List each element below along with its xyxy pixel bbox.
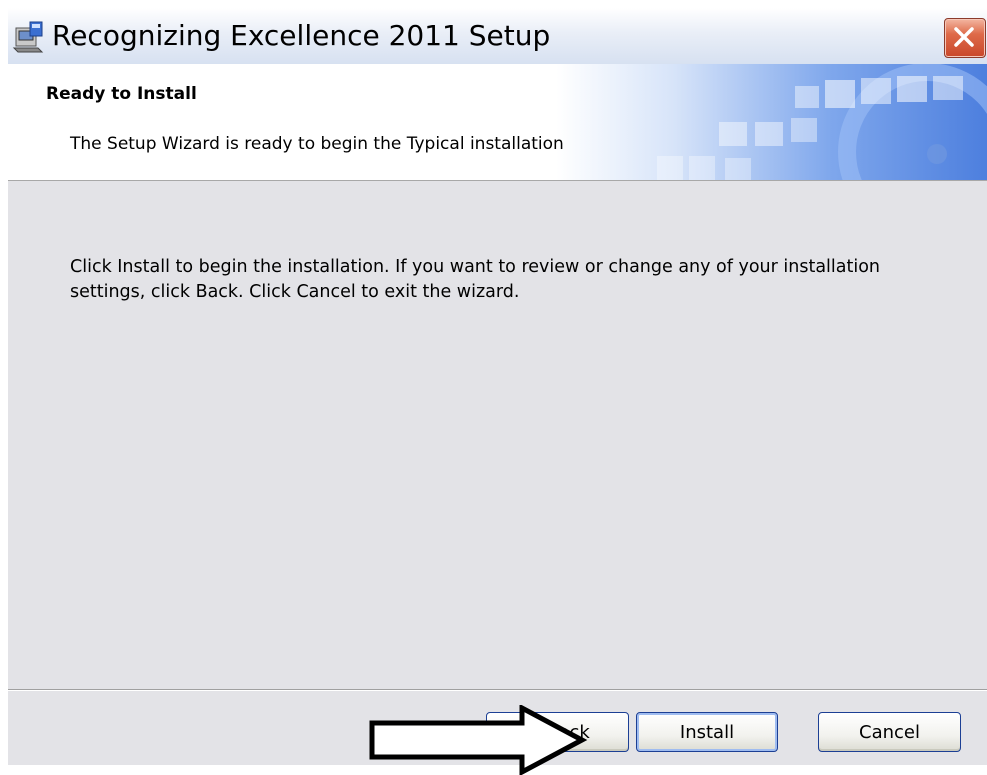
main-panel: Click Install to begin the installation.…	[8, 181, 987, 689]
instruction-text: Click Install to begin the installation.…	[70, 257, 881, 302]
banner-title: Ready to Install	[46, 84, 197, 104]
banner-graphic	[657, 64, 987, 180]
close-button[interactable]	[944, 18, 986, 58]
cancel-button[interactable]: Cancel	[818, 712, 961, 752]
pointer-arrow-icon	[369, 705, 588, 775]
wizard-banner: Ready to Install The Setup Wizard is rea…	[8, 64, 987, 181]
setup-wizard-window: Recognizing Excellence 2011 Setup Ready …	[8, 8, 987, 765]
install-button[interactable]: Install	[636, 712, 778, 752]
window-title: Recognizing Excellence 2011 Setup	[52, 19, 551, 52]
title-bar[interactable]: Recognizing Excellence 2011 Setup	[8, 8, 987, 65]
close-icon	[954, 27, 974, 47]
installer-icon	[12, 20, 46, 54]
banner-description: The Setup Wizard is ready to begin the T…	[70, 134, 564, 154]
